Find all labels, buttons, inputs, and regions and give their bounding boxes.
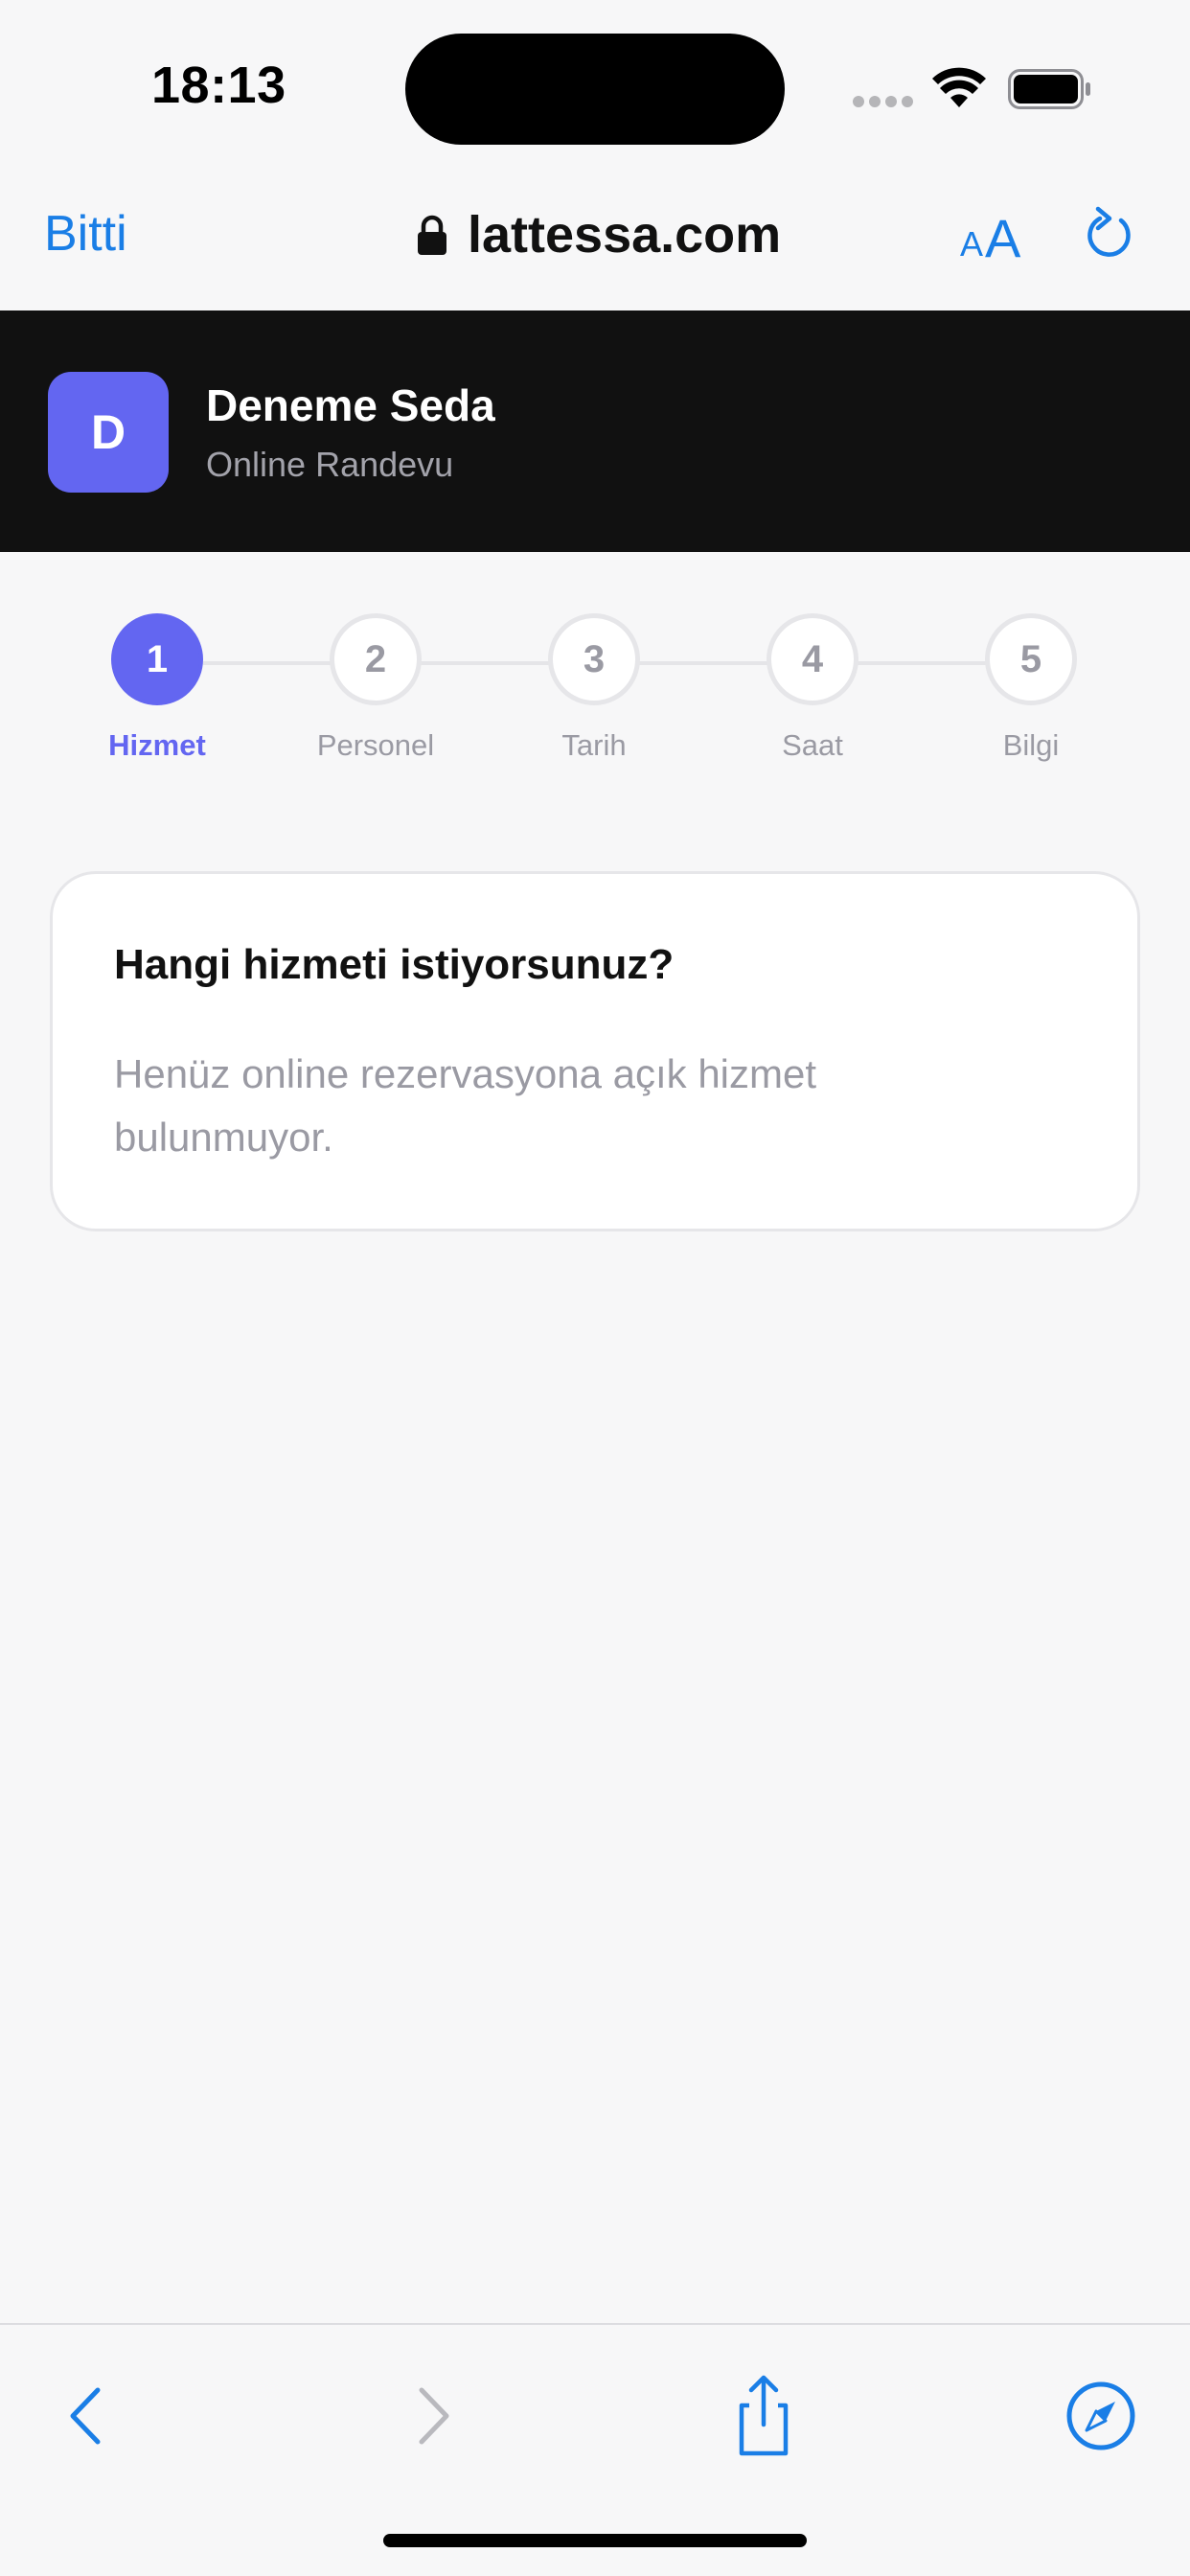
url-text: lattessa.com bbox=[468, 206, 782, 264]
wifi-icon bbox=[932, 67, 986, 107]
page: 18:13 Bitti lattessa.com A A D Deneme Se… bbox=[0, 0, 1190, 2576]
step-number: 2 bbox=[330, 613, 422, 705]
text-size-button[interactable]: A A bbox=[958, 203, 1025, 268]
done-button[interactable]: Bitti bbox=[44, 205, 127, 263]
back-icon[interactable] bbox=[46, 2373, 132, 2459]
address-bar[interactable]: lattessa.com bbox=[416, 201, 781, 268]
empty-state-message: Henüz online rezervasyona açık hizmet bu… bbox=[114, 1051, 817, 1160]
step-hizmet[interactable]: 1 Hizmet bbox=[71, 613, 243, 763]
business-name: Deneme Seda bbox=[206, 380, 495, 430]
reload-icon[interactable] bbox=[1083, 205, 1136, 263]
step-label: Hizmet bbox=[108, 728, 206, 762]
forward-icon[interactable] bbox=[387, 2373, 473, 2459]
text-size-large-a: A bbox=[985, 208, 1021, 268]
step-tarih[interactable]: 3 Tarih bbox=[508, 613, 680, 763]
share-icon[interactable] bbox=[721, 2373, 807, 2459]
business-subtitle: Online Randevu bbox=[206, 445, 454, 484]
step-bilgi[interactable]: 5 Bilgi bbox=[945, 613, 1117, 763]
step-number: 3 bbox=[548, 613, 640, 705]
lock-icon bbox=[418, 215, 446, 255]
home-indicator bbox=[383, 2534, 807, 2547]
step-number: 1 bbox=[111, 613, 203, 705]
dynamic-island bbox=[405, 34, 785, 145]
status-time: 18:13 bbox=[151, 57, 286, 114]
status-bar: 18:13 bbox=[0, 0, 1190, 172]
step-number: 4 bbox=[767, 613, 858, 705]
cellular-signal-icon bbox=[853, 96, 914, 109]
booking-stepper: 1 Hizmet 2 Personel 3 Tarih 4 Saat 5 Bil… bbox=[0, 613, 1190, 786]
browser-top-bar: Bitti lattessa.com A A bbox=[0, 172, 1190, 310]
step-label: Tarih bbox=[561, 728, 627, 762]
step-label: Bilgi bbox=[1002, 728, 1060, 762]
step-label: Personel bbox=[316, 728, 435, 762]
safari-compass-icon[interactable] bbox=[1058, 2373, 1144, 2459]
step-personel[interactable]: 2 Personel bbox=[289, 613, 462, 763]
card-title: Hangi hizmeti istiyorsunuz? bbox=[114, 941, 675, 988]
step-saat[interactable]: 4 Saat bbox=[726, 613, 899, 763]
step-number: 5 bbox=[985, 613, 1077, 705]
business-avatar: D bbox=[48, 372, 169, 493]
battery-icon bbox=[1008, 69, 1090, 109]
service-selection-card: Hangi hizmeti istiyorsunuz? Henüz online… bbox=[50, 871, 1140, 1231]
text-size-small-a: A bbox=[960, 224, 984, 264]
business-header: D Deneme Seda Online Randevu bbox=[0, 310, 1190, 552]
step-label: Saat bbox=[782, 728, 843, 762]
